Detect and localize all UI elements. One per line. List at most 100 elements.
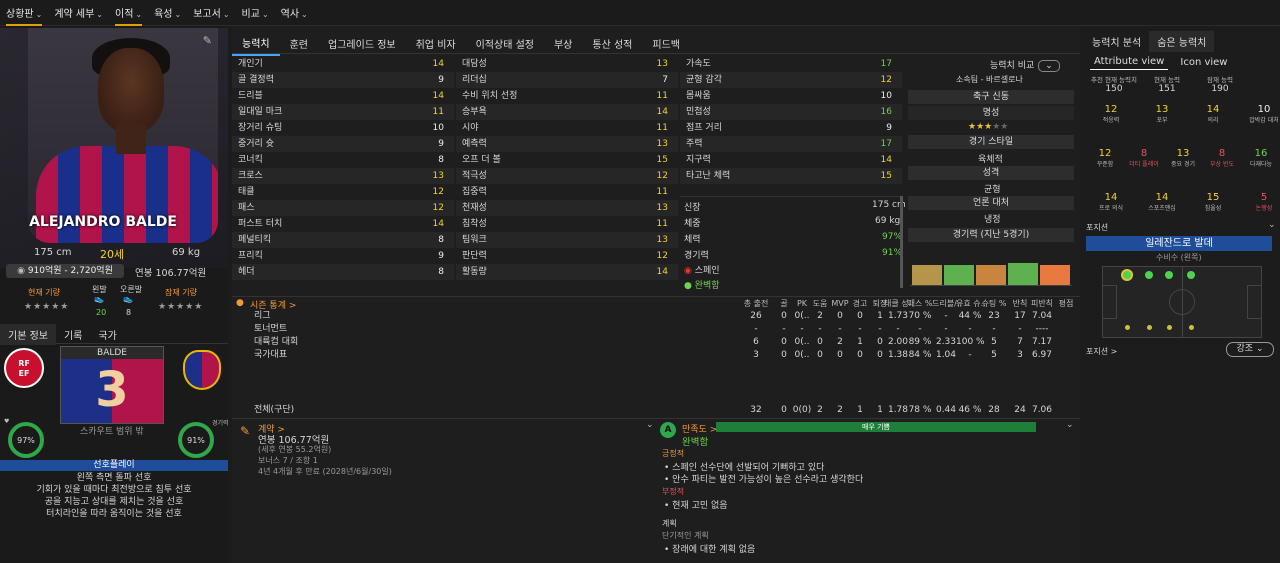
attribute-row[interactable]: 개인기 14 [232,56,454,72]
tab-upgrade-info[interactable]: 업그레이드 정보 [318,32,406,55]
attribute-row[interactable]: 코너킥 8 [232,152,454,168]
tab-work-visa[interactable]: 취업 비자 [406,32,466,55]
attribute-row[interactable]: 타고난 체력 15 [680,168,902,184]
nav-history[interactable]: 역사 ⌄ [281,5,308,20]
player-weight: 69 kg [172,247,201,258]
attribute-row[interactable]: 페널티킥 8 [232,232,454,248]
nav-reports[interactable]: 보고서 ⌄ [193,5,229,20]
attribute-row[interactable]: 천재성 13 [456,200,678,216]
attribute-row[interactable]: 팀워크 13 [456,232,678,248]
position-link[interactable]: 포지션 > [1086,346,1117,357]
attribute-row[interactable]: 집중력 11 [456,184,678,200]
season-row-label: 리그 [254,311,271,321]
attribute-row[interactable]: 퍼스트 터치 14 [232,216,454,232]
attribute-row[interactable]: 몸싸움 10 [680,88,902,104]
attribute-row[interactable]: 시야 11 [456,120,678,136]
attribute-row[interactable]: 가속도 17 [680,56,902,72]
attribute-row[interactable]: 대담성 13 [456,56,678,72]
attribute-value: 14 [432,59,444,69]
attribute-row[interactable]: 예측력 13 [456,136,678,152]
attribute-row[interactable]: 점프 거리 9 [680,120,902,136]
attribute-row[interactable]: 수비 위치 선정 11 [456,88,678,104]
nav-contract[interactable]: 계약 세부 ⌄ [54,5,103,20]
attribute-row[interactable]: 헤더 8 [232,264,454,280]
hidden-summary: 잠재 능력 190 [1194,74,1246,94]
plan-subtitle: 단기적인 계획 [662,531,709,540]
attribute-row[interactable]: 활동량 14 [456,264,678,280]
season-row[interactable]: 국가대표 3 0 0(.. 0 0 0 0 1.38 84 % 1.04-5 3 6.97 [232,349,1080,362]
tab-training[interactable]: 훈련 [280,32,318,55]
season-cell: - [992,324,996,334]
nav-development[interactable]: 육성 ⌄ [154,5,181,20]
position-dot [1145,271,1153,279]
attribute-row[interactable]: 드리블 14 [232,88,454,104]
nav-compare[interactable]: 비교 ⌄ [242,5,269,20]
attribute-row[interactable]: 태클 12 [232,184,454,200]
season-row[interactable]: 대륙컵 대회 6 0 0(.. 0 2 1 0 2.00 89 % 2.33 100 % 5 7 7.17 [232,336,1080,349]
chevron-down-icon[interactable]: ⌄ [1038,60,1060,72]
chevron-down-icon[interactable]: ⌄ [646,420,654,430]
strength-dropdown[interactable]: 강조 ⌄ [1226,342,1274,357]
attribute-row[interactable]: 프리킥 9 [232,248,454,264]
attribute-value: 16 [880,107,892,117]
compare-attributes[interactable]: 능력치 비교 ⌄ [990,58,1070,72]
attribute-row[interactable]: 골 결정력 9 [232,72,454,88]
tab-basic-info[interactable]: 기본 정보 [0,324,56,345]
attribute-row[interactable]: 적극성 12 [456,168,678,184]
tab-attributes[interactable]: 능력치 [232,31,280,56]
edit-icon[interactable]: ✎ [203,34,212,47]
tab-feedback[interactable]: 피드백 [642,32,690,55]
tab-hidden-attributes[interactable]: 숨은 능력치 [1149,30,1215,52]
season-row[interactable]: 리그 26 0 0(.. 2 0 0 1 1.73 70 % -44 % 23 17 7.04 [232,310,1080,323]
nav-transfer[interactable]: 이적 ⌄ [115,5,143,26]
flag-icon: ◉ [684,266,692,276]
tab-transfer-status[interactable]: 이적상태 설정 [466,32,544,55]
contract-bonus: 보너스 7 / 조항 1 [258,456,318,465]
attribute-row[interactable]: 균형 감각 12 [680,72,902,88]
attribute-row[interactable]: 크로스 13 [232,168,454,184]
attribute-value: 14 [432,219,444,229]
boot-icon: 👟 [123,294,133,303]
tab-injury[interactable]: 부상 [544,32,582,55]
chevron-down-icon[interactable]: ⌄ [1268,220,1276,230]
player-profile-panel: ALEJANDRO BALDE ✎ 175 cm 20세 69 kg ◉ 910… [0,26,229,563]
scrollbar[interactable] [900,196,903,288]
attribute-row[interactable]: 침착성 11 [456,216,678,232]
attribute-value: 12 [432,203,444,213]
negative-title: 부정적 [662,487,685,496]
hidden-attribute-value: 12 [1098,148,1112,159]
icon-view-button[interactable]: Icon view [1168,55,1239,70]
season-row-label: 토너먼트 [254,324,288,334]
attribute-row[interactable]: 지구력 14 [680,152,902,168]
tab-nation[interactable]: 국가 [90,324,124,345]
attribute-row[interactable]: 민첩성 16 [680,104,902,120]
attribute-row[interactable]: 판단력 12 [456,248,678,264]
attribute-row[interactable]: 장거리 슈팅 10 [232,120,454,136]
nav-dashboard[interactable]: 상황판 ⌄ [6,5,43,26]
tab-career-stats[interactable]: 통산 성적 [582,32,642,55]
attribute-row[interactable]: 리더십 7 [456,72,678,88]
chevron-down-icon: ⌄ [96,10,103,19]
attribute-row[interactable]: 패스 12 [232,200,454,216]
season-cell: 7.17 [1031,337,1053,347]
attribute-view-button[interactable]: Attribute view [1090,54,1169,70]
attribute-name: 타고난 체력 [686,171,731,181]
attribute-row[interactable]: 오프 더 볼 15 [456,152,678,168]
attribute-name: 장거리 슈팅 [238,123,283,133]
season-row[interactable]: 토너먼트 - - - - - - - - - - - - - ---- [232,323,1080,336]
attribute-row[interactable]: 승부욕 14 [456,104,678,120]
hidden-attribute-name: 부상 빈도 [1210,161,1234,168]
chevron-down-icon[interactable]: ⌄ [1066,420,1074,430]
attribute-row[interactable]: 일대일 마크 11 [232,104,454,120]
attribute-row[interactable]: 주력 17 [680,136,902,152]
position-dot [1167,325,1172,330]
attribute-row[interactable]: 중거리 슛 9 [232,136,454,152]
hidden-attribute-value: 14 [1206,104,1220,115]
season-cell: 5 [991,337,997,347]
form-bar [944,265,974,285]
potential-ability-label: 잠재 기량 [165,288,197,297]
hidden-attribute: 16 다재다능 [1242,148,1280,168]
tab-attribute-analysis[interactable]: 능력치 분석 [1084,31,1149,52]
tab-records[interactable]: 기록 [56,324,90,345]
scout-range-text: 스카우트 범위 밖 [80,427,144,437]
